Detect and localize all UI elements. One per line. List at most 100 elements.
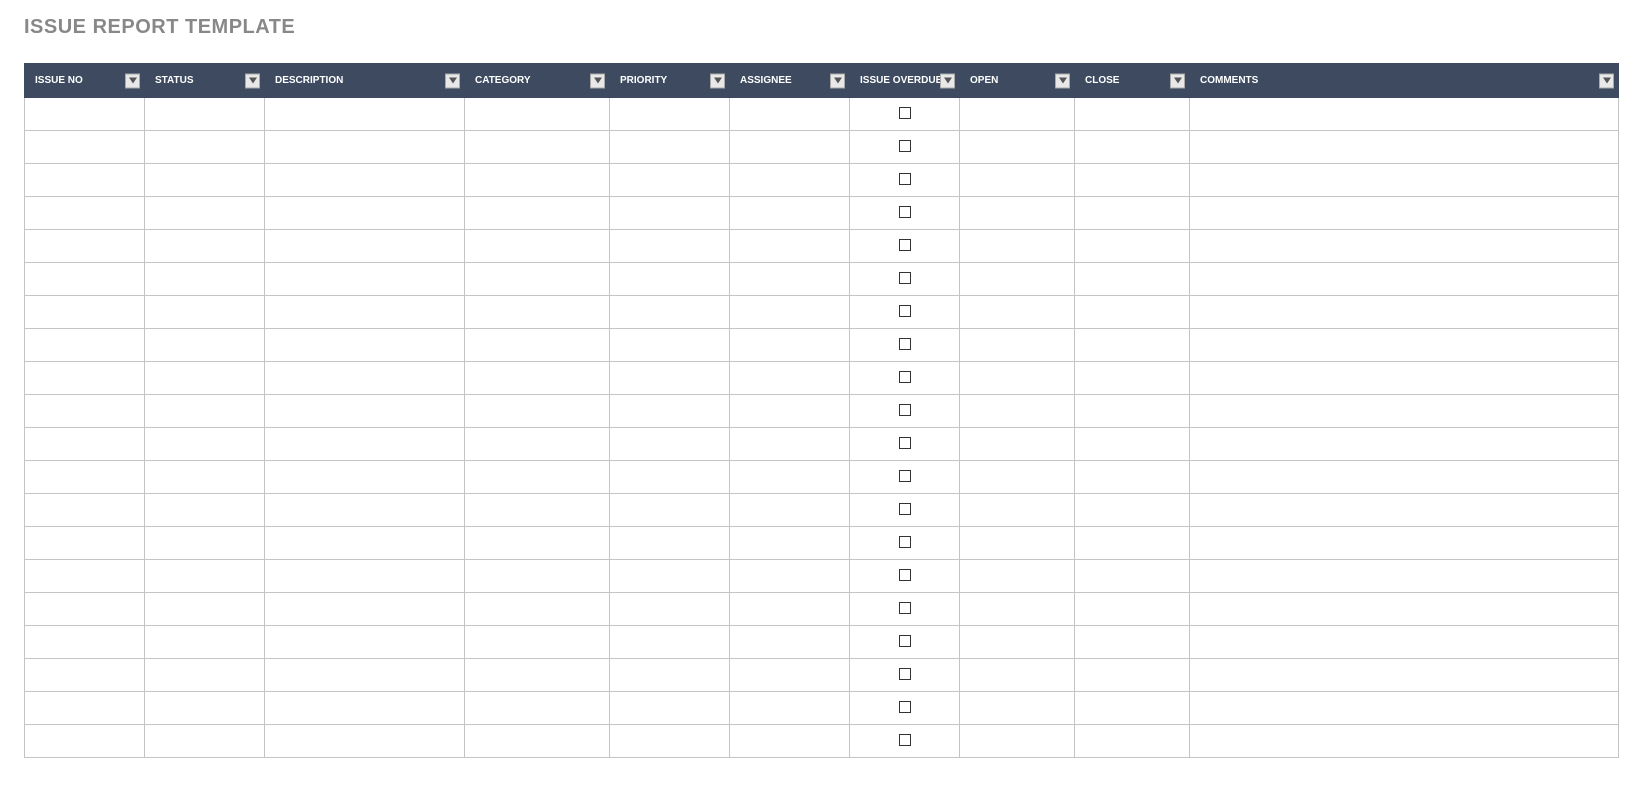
cell-overdue[interactable]	[850, 197, 960, 230]
cell-issue_no[interactable]	[25, 395, 145, 428]
cell-status[interactable]	[145, 560, 265, 593]
overdue-checkbox[interactable]	[899, 140, 911, 152]
cell-issue_no[interactable]	[25, 164, 145, 197]
cell-overdue[interactable]	[850, 593, 960, 626]
cell-description[interactable]	[265, 296, 465, 329]
cell-category[interactable]	[465, 395, 610, 428]
cell-issue_no[interactable]	[25, 131, 145, 164]
cell-close[interactable]	[1075, 395, 1190, 428]
cell-open[interactable]	[960, 494, 1075, 527]
cell-close[interactable]	[1075, 197, 1190, 230]
cell-issue_no[interactable]	[25, 494, 145, 527]
overdue-checkbox[interactable]	[899, 305, 911, 317]
filter-dropdown-icon[interactable]	[445, 73, 460, 88]
cell-status[interactable]	[145, 230, 265, 263]
cell-comments[interactable]	[1190, 461, 1619, 494]
cell-issue_no[interactable]	[25, 527, 145, 560]
cell-close[interactable]	[1075, 164, 1190, 197]
cell-comments[interactable]	[1190, 197, 1619, 230]
cell-assignee[interactable]	[730, 395, 850, 428]
cell-assignee[interactable]	[730, 626, 850, 659]
cell-close[interactable]	[1075, 725, 1190, 758]
cell-close[interactable]	[1075, 362, 1190, 395]
cell-issue_no[interactable]	[25, 230, 145, 263]
cell-overdue[interactable]	[850, 692, 960, 725]
cell-priority[interactable]	[610, 395, 730, 428]
cell-description[interactable]	[265, 98, 465, 131]
cell-assignee[interactable]	[730, 230, 850, 263]
cell-overdue[interactable]	[850, 494, 960, 527]
cell-category[interactable]	[465, 560, 610, 593]
cell-overdue[interactable]	[850, 395, 960, 428]
cell-description[interactable]	[265, 428, 465, 461]
cell-comments[interactable]	[1190, 131, 1619, 164]
cell-comments[interactable]	[1190, 164, 1619, 197]
filter-dropdown-icon[interactable]	[125, 73, 140, 88]
cell-open[interactable]	[960, 395, 1075, 428]
cell-category[interactable]	[465, 362, 610, 395]
cell-description[interactable]	[265, 329, 465, 362]
cell-open[interactable]	[960, 362, 1075, 395]
cell-assignee[interactable]	[730, 98, 850, 131]
cell-priority[interactable]	[610, 626, 730, 659]
cell-assignee[interactable]	[730, 428, 850, 461]
cell-assignee[interactable]	[730, 494, 850, 527]
cell-close[interactable]	[1075, 527, 1190, 560]
overdue-checkbox[interactable]	[899, 503, 911, 515]
cell-comments[interactable]	[1190, 593, 1619, 626]
cell-priority[interactable]	[610, 98, 730, 131]
overdue-checkbox[interactable]	[899, 734, 911, 746]
cell-issue_no[interactable]	[25, 659, 145, 692]
overdue-checkbox[interactable]	[899, 404, 911, 416]
filter-dropdown-icon[interactable]	[830, 73, 845, 88]
cell-comments[interactable]	[1190, 527, 1619, 560]
cell-status[interactable]	[145, 527, 265, 560]
cell-comments[interactable]	[1190, 659, 1619, 692]
cell-assignee[interactable]	[730, 692, 850, 725]
cell-issue_no[interactable]	[25, 725, 145, 758]
cell-priority[interactable]	[610, 560, 730, 593]
cell-issue_no[interactable]	[25, 692, 145, 725]
cell-category[interactable]	[465, 626, 610, 659]
cell-description[interactable]	[265, 725, 465, 758]
cell-assignee[interactable]	[730, 329, 850, 362]
cell-open[interactable]	[960, 725, 1075, 758]
cell-status[interactable]	[145, 725, 265, 758]
cell-priority[interactable]	[610, 659, 730, 692]
cell-close[interactable]	[1075, 263, 1190, 296]
overdue-checkbox[interactable]	[899, 437, 911, 449]
cell-open[interactable]	[960, 296, 1075, 329]
cell-comments[interactable]	[1190, 329, 1619, 362]
cell-priority[interactable]	[610, 263, 730, 296]
cell-overdue[interactable]	[850, 230, 960, 263]
cell-category[interactable]	[465, 527, 610, 560]
cell-open[interactable]	[960, 329, 1075, 362]
cell-priority[interactable]	[610, 494, 730, 527]
filter-dropdown-icon[interactable]	[710, 73, 725, 88]
cell-comments[interactable]	[1190, 725, 1619, 758]
cell-category[interactable]	[465, 131, 610, 164]
cell-open[interactable]	[960, 560, 1075, 593]
cell-category[interactable]	[465, 725, 610, 758]
cell-status[interactable]	[145, 626, 265, 659]
overdue-checkbox[interactable]	[899, 569, 911, 581]
cell-assignee[interactable]	[730, 593, 850, 626]
cell-description[interactable]	[265, 362, 465, 395]
cell-close[interactable]	[1075, 461, 1190, 494]
cell-close[interactable]	[1075, 593, 1190, 626]
filter-dropdown-icon[interactable]	[1170, 73, 1185, 88]
cell-close[interactable]	[1075, 329, 1190, 362]
overdue-checkbox[interactable]	[899, 338, 911, 350]
cell-status[interactable]	[145, 329, 265, 362]
cell-description[interactable]	[265, 560, 465, 593]
cell-overdue[interactable]	[850, 428, 960, 461]
cell-open[interactable]	[960, 659, 1075, 692]
cell-status[interactable]	[145, 362, 265, 395]
cell-priority[interactable]	[610, 692, 730, 725]
cell-assignee[interactable]	[730, 296, 850, 329]
cell-comments[interactable]	[1190, 428, 1619, 461]
cell-status[interactable]	[145, 296, 265, 329]
cell-category[interactable]	[465, 230, 610, 263]
cell-open[interactable]	[960, 428, 1075, 461]
cell-status[interactable]	[145, 263, 265, 296]
